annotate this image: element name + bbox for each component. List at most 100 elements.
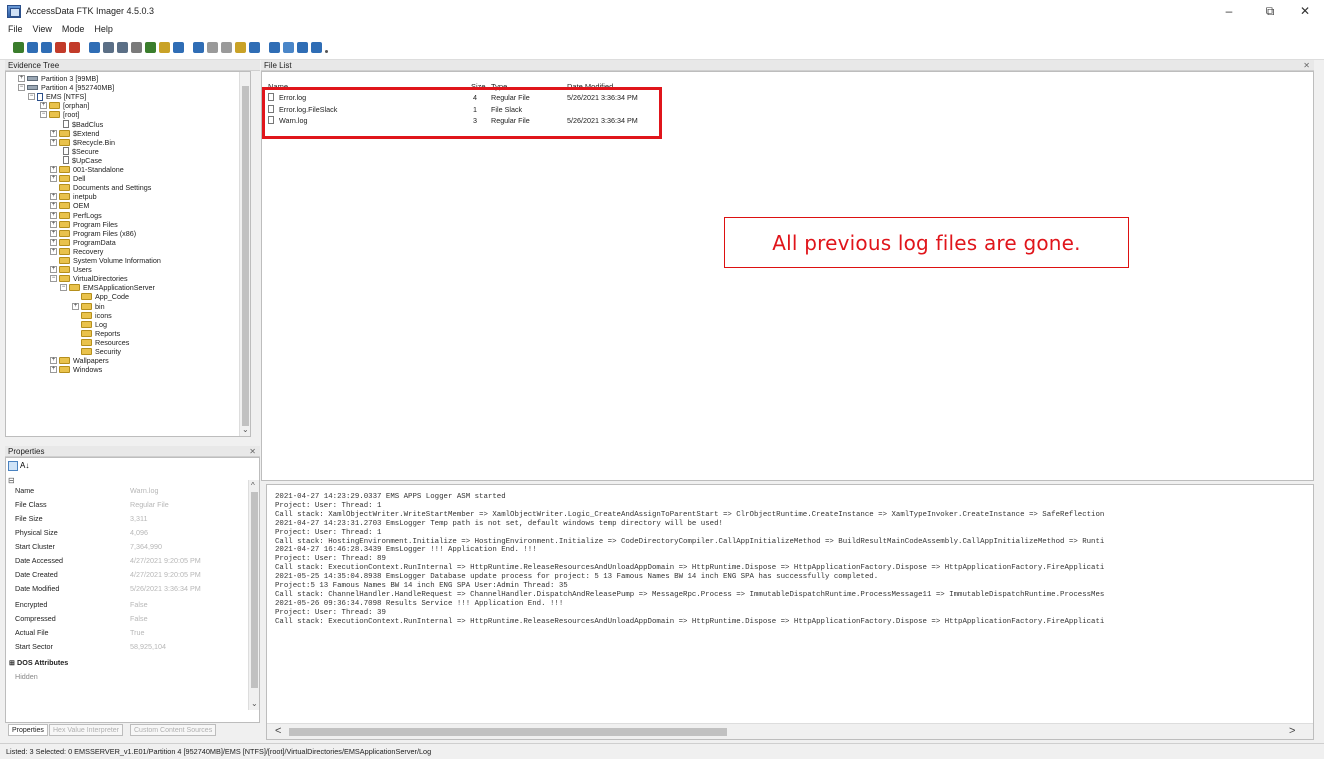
expand-icon[interactable]: + (50, 202, 57, 210)
tree-item[interactable]: + $Recycle.Bin (50, 138, 115, 147)
tree-item[interactable]: $BadClus (54, 120, 103, 129)
close-button[interactable]: ✕ (1285, 0, 1324, 22)
expand-icon[interactable]: + (50, 266, 57, 274)
create-image-icon[interactable] (89, 42, 100, 53)
text-view-icon[interactable] (269, 42, 280, 53)
tree-item[interactable]: − VirtualDirectories (50, 274, 128, 283)
menu-view[interactable]: View (33, 24, 52, 34)
expand-icon[interactable]: + (50, 129, 57, 137)
tree-item[interactable]: + PerfLogs (50, 211, 102, 220)
property-row[interactable]: Encrypted False (9, 598, 247, 612)
detect-encryption-icon[interactable] (159, 42, 170, 53)
tree-item[interactable]: + ProgramData (50, 238, 116, 247)
tree-item[interactable]: Security (72, 347, 121, 356)
collapse-icon[interactable]: − (40, 111, 47, 119)
file-list-close-icon[interactable]: ✕ (1303, 60, 1310, 71)
view-files-icon[interactable] (249, 42, 260, 53)
alphabetical-sort-button[interactable]: A↓ (20, 461, 29, 470)
expand-icon[interactable]: + (50, 175, 57, 183)
tree-item[interactable]: + Partition 3 [99MB] (18, 74, 98, 83)
properties-tab[interactable]: Custom Content Sources (130, 724, 217, 736)
property-row[interactable]: Date Accessed 4/27/2021 9:20:05 PM (9, 554, 247, 568)
properties-tab[interactable]: Hex Value Interpreter (49, 724, 124, 736)
tree-item[interactable]: + inetpub (50, 192, 97, 201)
property-row-hidden[interactable]: Hidden (9, 670, 247, 684)
decrypt-icon[interactable] (235, 42, 246, 53)
properties-scroll-thumb[interactable] (251, 492, 258, 688)
property-row[interactable]: File Size 3,311 (9, 512, 247, 526)
tree-item[interactable]: System Volume Information (50, 256, 161, 265)
expand-icon[interactable]: + (50, 366, 57, 374)
scroll-right-arrow[interactable]: > (1289, 725, 1295, 737)
expand-icon[interactable]: + (50, 166, 57, 173)
collapse-icon[interactable]: − (28, 93, 35, 101)
property-row[interactable]: Compressed False (9, 612, 247, 626)
capture-memory-icon[interactable] (131, 42, 142, 53)
tree-item[interactable]: + Dell (50, 174, 85, 183)
expand-icon[interactable]: + (50, 193, 57, 201)
maximize-button[interactable]: ⧉ (1250, 0, 1290, 22)
categorized-view-icon[interactable] (8, 461, 18, 471)
menu-file[interactable]: File (8, 24, 23, 34)
tree-vertical-scrollbar[interactable]: ⌄ (239, 72, 250, 436)
property-row[interactable]: File Class Regular File (9, 498, 247, 512)
collapse-icon[interactable]: − (60, 284, 67, 292)
properties-tab[interactable]: Properties (8, 724, 48, 736)
help-icon[interactable] (311, 42, 322, 53)
expand-icon[interactable]: + (50, 238, 57, 246)
property-row[interactable]: Actual File True (9, 626, 247, 640)
tree-item[interactable]: + Recovery (50, 247, 103, 256)
remove-evidence-icon[interactable] (55, 42, 66, 53)
tree-scroll-down-arrow[interactable]: ⌄ (242, 425, 249, 434)
tree-item[interactable]: + $Extend (50, 129, 99, 138)
property-row[interactable]: Date Modified 5/26/2021 3:36:34 PM (9, 582, 247, 596)
tree-item[interactable]: + [orphan] (40, 101, 89, 110)
properties-vertical-scrollbar[interactable]: ^ ⌄ (248, 480, 259, 710)
property-row[interactable]: Start Sector 58,925,104 (9, 640, 247, 654)
log-horizontal-scrollbar[interactable]: < > (267, 723, 1313, 739)
tree-item[interactable]: icons (72, 311, 112, 320)
export-file-hash-icon[interactable] (193, 42, 204, 53)
image-mounting-icon[interactable] (41, 42, 52, 53)
export-disk-image-icon[interactable] (103, 42, 114, 53)
add-evidence-icon[interactable] (13, 42, 24, 53)
obtain-protected-files-icon[interactable] (145, 42, 156, 53)
tree-item[interactable]: − [root] (40, 110, 79, 119)
add-all-icon[interactable] (27, 42, 38, 53)
export-files-icon[interactable] (173, 42, 184, 53)
tree-item[interactable]: +001-Standalone (50, 165, 124, 174)
tree-item[interactable]: + Windows (50, 365, 102, 374)
tree-item[interactable]: − EMS [NTFS] (28, 92, 86, 101)
hex-view-icon[interactable] (283, 42, 294, 53)
dot-icon[interactable] (325, 50, 328, 53)
menu-mode[interactable]: Mode (62, 24, 85, 34)
expand-icon[interactable]: + (50, 247, 57, 255)
properties-close-icon[interactable]: ✕ (249, 446, 256, 457)
text-view-pane[interactable]: < > 2021-04-27 14:23:29.0337 EMS APPS Lo… (266, 484, 1314, 740)
tree-item[interactable]: $Secure (54, 147, 99, 156)
tree-item[interactable]: App_Code (72, 292, 129, 301)
collapse-icon[interactable]: − (18, 84, 25, 92)
tree-item[interactable]: + Wallpapers (50, 356, 109, 365)
tree-scroll-thumb[interactable] (242, 86, 249, 426)
property-row[interactable]: Date Created 4/27/2021 9:20:05 PM (9, 568, 247, 582)
auto-view-icon[interactable] (297, 42, 308, 53)
expand-section-icon[interactable]: ⊞ (9, 658, 17, 667)
tree-item[interactable]: + Program Files (50, 220, 118, 229)
tree-item[interactable]: Reports (72, 329, 120, 338)
properties-scroll-up-arrow[interactable]: ^ (251, 481, 255, 490)
evidence-tree[interactable]: ⌄ + Partition 3 [99MB] − Partition 4 [95274… (5, 71, 251, 437)
property-row[interactable]: Start Cluster 7,364,990 (9, 540, 247, 554)
tree-item[interactable]: Log (72, 320, 107, 329)
collapse-icon[interactable]: − (50, 275, 57, 283)
property-row[interactable]: Name Warn.log (9, 484, 247, 498)
create-custom-image-icon[interactable] (221, 42, 232, 53)
tree-item[interactable]: − EMSApplicationServer (60, 283, 155, 292)
tree-item[interactable]: Resources (72, 338, 129, 347)
expand-icon[interactable]: + (18, 75, 25, 82)
expand-icon[interactable]: + (50, 357, 57, 365)
expand-icon[interactable]: + (40, 102, 47, 110)
tree-item[interactable]: − Partition 4 [952740MB] (18, 83, 114, 92)
expand-icon[interactable]: + (50, 211, 57, 219)
minimize-button[interactable]: – (1209, 0, 1249, 22)
